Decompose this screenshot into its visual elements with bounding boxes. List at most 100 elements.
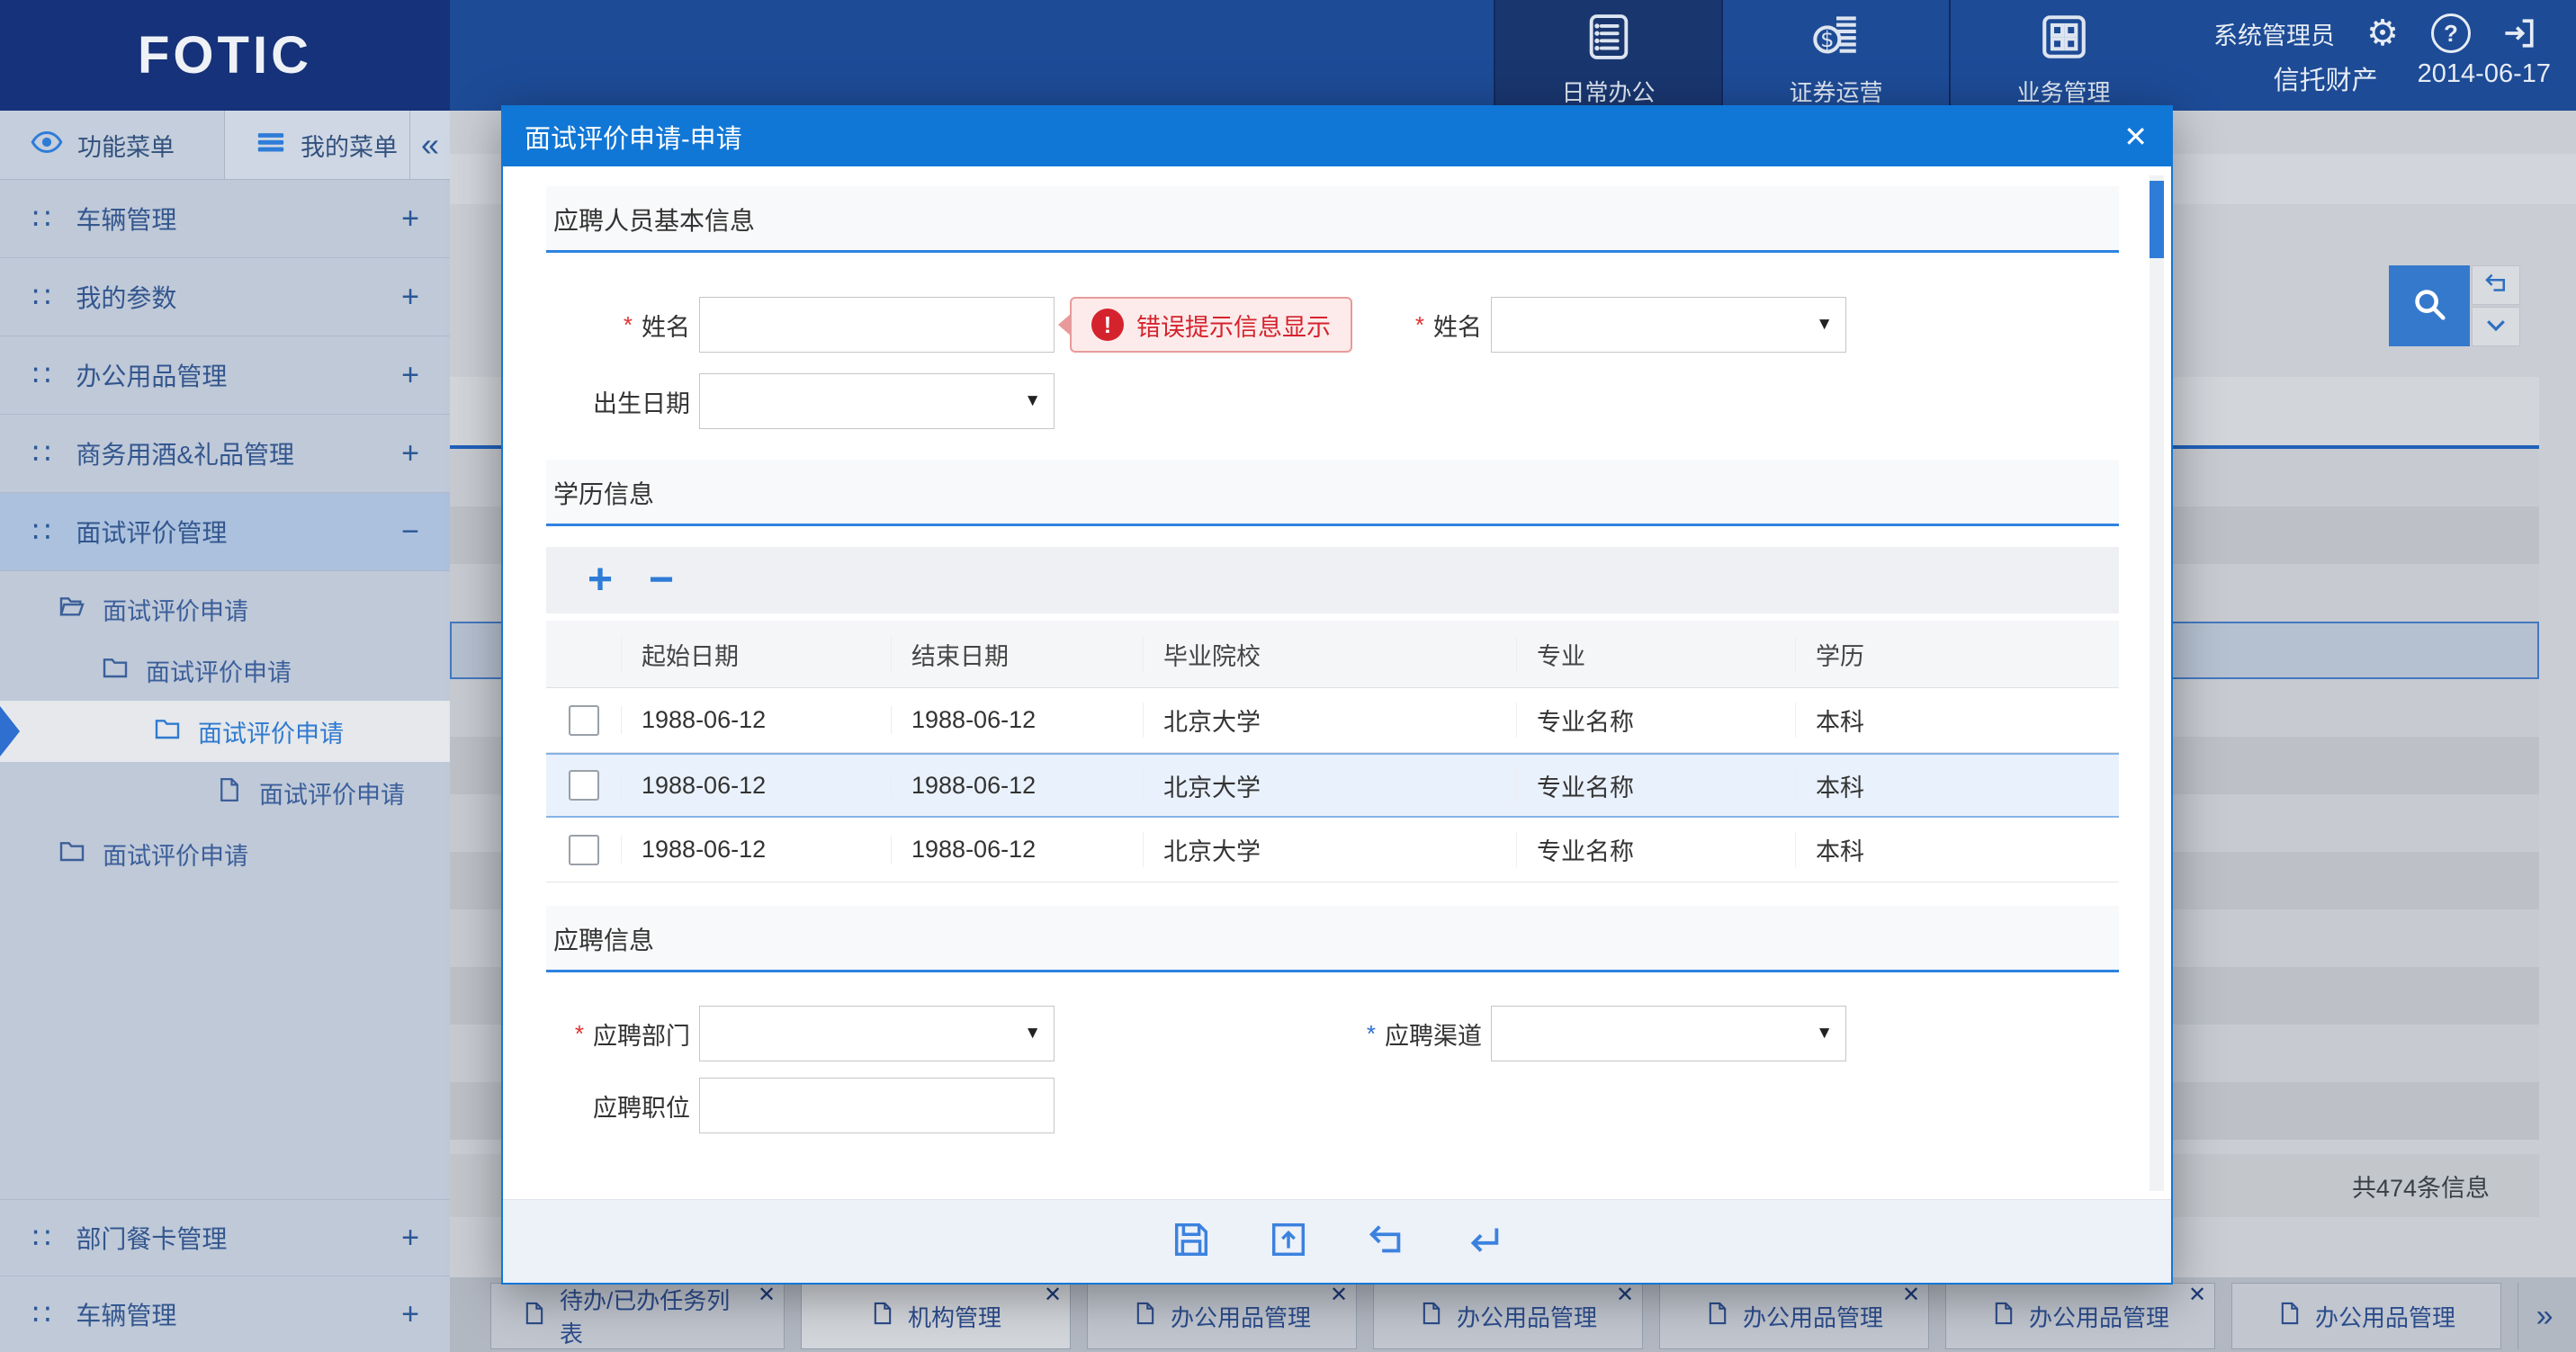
tab-task-list[interactable]: 待办/已办任务列表 ✕: [490, 1283, 785, 1349]
expand-plus-icon[interactable]: +: [401, 280, 419, 315]
cell-school: 北京大学: [1143, 703, 1516, 738]
required-mark: *: [624, 311, 633, 339]
search-button[interactable]: [2389, 265, 2470, 346]
table-row-selected[interactable]: 1988-06-12 1988-06-12 北京大学 专业名称 本科: [546, 753, 2119, 818]
save-button[interactable]: [1170, 1220, 1213, 1263]
expand-plus-icon[interactable]: +: [401, 1297, 419, 1332]
tab-overflow-button[interactable]: »: [2518, 1283, 2571, 1349]
dropdown-arrow-icon: ▼: [1024, 1024, 1041, 1043]
close-icon[interactable]: ✕: [1330, 1282, 1348, 1308]
modal-body: 应聘人员基本信息 * 姓名 ! 错误提示信息显示 * 姓名 ▼ 出生日期: [503, 166, 2171, 1200]
required-mark: *: [1367, 1020, 1376, 1048]
expand-plus-icon[interactable]: +: [401, 358, 419, 393]
tree-item-label: 面试评价申请: [103, 837, 248, 872]
eye-icon: [31, 126, 63, 165]
expand-plus-icon[interactable]: +: [401, 201, 419, 237]
tab-office-supplies[interactable]: 办公用品管理: [2231, 1283, 2501, 1349]
collapse-minus-icon[interactable]: −: [401, 515, 419, 550]
scrollbar-thumb[interactable]: [2150, 181, 2164, 258]
name-input[interactable]: [699, 297, 1055, 353]
row-checkbox[interactable]: [569, 770, 599, 801]
section-education-info: 学历信息: [546, 460, 2119, 526]
tree-item-interview-application[interactable]: 面试评价申请: [0, 640, 450, 701]
apply-position-label: 应聘职位: [521, 1078, 690, 1133]
expand-search-button[interactable]: [2472, 307, 2520, 346]
close-icon[interactable]: ✕: [1044, 1282, 1062, 1308]
double-chevron-right-icon: »: [2536, 1299, 2554, 1334]
error-icon: !: [1091, 309, 1124, 341]
table-row[interactable]: 1988-06-12 1988-06-12 北京大学 专业名称 本科: [546, 688, 2119, 753]
total-info-text: 共474条信息: [2352, 1168, 2490, 1204]
sidebar-item-office-supplies[interactable]: ∷ 办公用品管理 +: [0, 336, 450, 415]
nav-business-mgmt[interactable]: 业务管理: [1949, 0, 2177, 111]
sidebar-item-interview-eval-mgmt[interactable]: ∷ 面试评价管理 −: [0, 493, 450, 571]
tab-office-supplies[interactable]: 办公用品管理 ✕: [1087, 1283, 1357, 1349]
submit-button[interactable]: [1267, 1220, 1310, 1263]
expand-plus-icon[interactable]: +: [401, 436, 419, 471]
sidebar-tabs: 功能菜单 我的菜单 «: [0, 111, 450, 180]
nav-securities-ops[interactable]: $ 证券运营: [1721, 0, 1949, 111]
header-major: 专业: [1516, 637, 1795, 672]
reset-button[interactable]: [1364, 1220, 1407, 1263]
header-end-date: 结束日期: [891, 637, 1143, 672]
tree-item-label: 面试评价申请: [259, 775, 405, 810]
table-row[interactable]: 1988-06-12 1988-06-12 北京大学 专业名称 本科: [546, 818, 2119, 882]
folder-icon: [101, 653, 130, 688]
tree-item-interview-application[interactable]: 面试评价申请: [0, 823, 450, 884]
svg-text:$: $: [1820, 27, 1834, 52]
sidebar-item-vehicle-mgmt[interactable]: ∷ 车辆管理 +: [0, 180, 450, 258]
row-checkbox[interactable]: [569, 835, 599, 865]
tab-office-supplies[interactable]: 办公用品管理 ✕: [1945, 1283, 2215, 1349]
apply-position-input[interactable]: [699, 1078, 1055, 1133]
sidebar-item-business-gifts[interactable]: ∷ 商务用酒&礼品管理 +: [0, 415, 450, 493]
education-grid-toolbar: + −: [546, 547, 2119, 613]
cell-start-date: 1988-06-12: [621, 706, 891, 734]
upload-icon: [1268, 1219, 1309, 1265]
help-icon[interactable]: ?: [2430, 13, 2472, 54]
grip-icon: ∷: [32, 280, 50, 314]
sidebar-item-my-params[interactable]: ∷ 我的参数 +: [0, 258, 450, 336]
fotic-logo: FOTIC: [138, 25, 312, 85]
sidebar-collapse-button[interactable]: «: [410, 111, 450, 179]
sidebar-item-vehicle-mgmt-2[interactable]: ∷ 车辆管理 +: [0, 1276, 450, 1352]
tree-item-interview-application[interactable]: 面试评价申请: [0, 578, 450, 640]
tab-org-mgmt[interactable]: 机构管理 ✕: [801, 1283, 1071, 1349]
sidebar-item-dept-meal-card[interactable]: ∷ 部门餐卡管理 +: [0, 1199, 450, 1276]
apply-dept-label: * 应聘部门: [521, 1006, 690, 1061]
interview-application-modal: 面试评价申请-申请 ✕ 应聘人员基本信息 * 姓名 ! 错误提示信息显示 * 姓…: [501, 105, 2173, 1285]
cell-end-date: 1988-06-12: [891, 772, 1143, 800]
birth-date-select[interactable]: ▼: [699, 373, 1055, 429]
date-text: 2014-06-17: [2418, 59, 2551, 97]
sidebar-groups-bottom: ∷ 部门餐卡管理 + ∷ 车辆管理 +: [0, 1199, 450, 1352]
close-icon[interactable]: ✕: [1616, 1282, 1634, 1308]
apply-dept-select[interactable]: ▼: [699, 1006, 1055, 1061]
cell-start-date: 1988-06-12: [621, 836, 891, 864]
name2-select[interactable]: ▼: [1491, 297, 1846, 353]
tab-office-supplies[interactable]: 办公用品管理 ✕: [1659, 1283, 1929, 1349]
tree-item-interview-application[interactable]: 面试评价申请: [0, 762, 450, 823]
nav-daily-office[interactable]: 日常办公: [1494, 0, 1721, 111]
reset-button[interactable]: [2472, 265, 2520, 305]
sidebar-tab-function-menu[interactable]: 功能菜单: [0, 111, 225, 179]
sidebar-item-label: 我的参数: [76, 279, 176, 315]
tab-office-supplies[interactable]: 办公用品管理 ✕: [1373, 1283, 1643, 1349]
row-checkbox[interactable]: [569, 705, 599, 736]
name2-label: * 姓名: [1313, 297, 1482, 353]
sidebar-tab-my-menu[interactable]: 我的菜单: [225, 111, 410, 179]
expand-plus-icon[interactable]: +: [401, 1221, 419, 1256]
header-degree: 学历: [1795, 637, 2119, 672]
close-icon[interactable]: ✕: [758, 1282, 776, 1308]
add-row-button[interactable]: +: [588, 559, 613, 602]
gear-icon[interactable]: ⚙: [2362, 13, 2403, 54]
modal-header[interactable]: 面试评价申请-申请 ✕: [503, 107, 2171, 166]
close-icon[interactable]: ✕: [1902, 1282, 1920, 1308]
close-icon[interactable]: ✕: [2123, 120, 2171, 154]
close-icon[interactable]: ✕: [2188, 1282, 2206, 1308]
return-button[interactable]: [1461, 1220, 1504, 1263]
remove-row-button[interactable]: −: [649, 559, 674, 602]
tree-item-interview-application-selected[interactable]: 面试评价申请: [0, 701, 450, 762]
cell-degree: 本科: [1795, 832, 2119, 867]
apply-channel-select[interactable]: ▼: [1491, 1006, 1846, 1061]
logout-icon[interactable]: [2499, 13, 2540, 54]
modal-scrollbar[interactable]: [2150, 175, 2164, 1191]
